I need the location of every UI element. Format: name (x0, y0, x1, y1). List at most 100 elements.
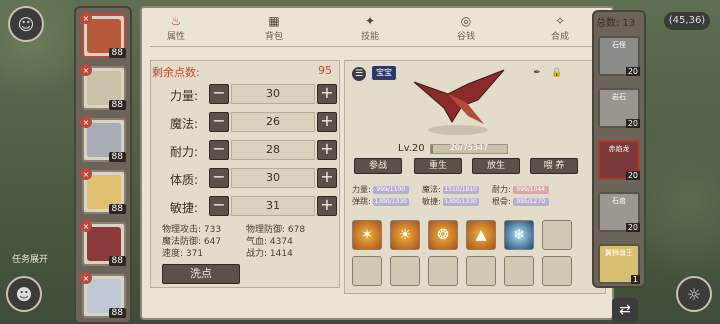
left-pet-slot[interactable]: × 88 (80, 64, 126, 110)
pet-name: 赤焰龙 (608, 145, 630, 153)
pet-stat: 魔法: 1510/1810 (422, 184, 479, 195)
right-pet-slot[interactable]: 赤焰龙 20 (598, 140, 640, 180)
battle-button[interactable]: 参战 (354, 158, 402, 174)
skill-icon[interactable]: ▲ (466, 220, 496, 250)
player-avatar[interactable]: ☺ (8, 6, 44, 42)
tab-bag[interactable]: ▦ 背包 (244, 14, 304, 42)
bag-icon: ▦ (268, 14, 280, 28)
stat-row-4: 敏捷: −31 + (162, 196, 338, 218)
pet-stat: 弹跳: 1300/1330 (352, 196, 409, 207)
close-icon: × (80, 116, 92, 128)
pet-level-badge: 20 (625, 119, 640, 128)
empty-skill-slot[interactable] (428, 256, 458, 286)
left-pet-slot[interactable]: × 88 (80, 220, 126, 266)
right-pet-slot[interactable]: 石怪 20 (598, 36, 640, 76)
pet-level-badge: 88 (108, 256, 126, 266)
left-pet-slot[interactable]: × 88 (80, 12, 126, 58)
task-expand-label[interactable]: 任务展开 (12, 252, 48, 265)
stat-label: 魔法: (170, 117, 199, 131)
increase-button[interactable]: + (317, 196, 337, 216)
stat-row-2: 耐力: −28 + (162, 140, 338, 162)
tab-synthesis[interactable]: ✧ 合成 (530, 14, 590, 42)
right-corner-avatar[interactable]: ☼ (676, 276, 712, 312)
derived-stat: 战力: 1414 (246, 249, 293, 259)
skill-glyph: ☀ (398, 227, 412, 243)
empty-skill-slot[interactable] (542, 220, 572, 250)
stat-label: 力量: (170, 89, 199, 103)
tab-attributes[interactable]: ♨ 属性 (146, 14, 206, 42)
menu-avatar[interactable]: ☻ (6, 276, 42, 312)
decrease-button[interactable]: − (209, 140, 229, 160)
left-pet-slot[interactable]: × 88 (80, 272, 126, 318)
empty-skill-slot[interactable] (542, 256, 572, 286)
tab-divider (150, 46, 606, 47)
list-icon[interactable]: ☰ (352, 67, 366, 81)
skill-icon[interactable]: ✶ (352, 220, 382, 250)
flame-icon: ♨ (170, 14, 182, 28)
pet-stat-label: 力量: (352, 185, 371, 194)
increase-button[interactable]: + (317, 140, 337, 160)
decrease-button[interactable]: − (209, 196, 229, 216)
feather-icon[interactable]: ✒ (530, 66, 544, 80)
pet-name: 岩石 (612, 93, 626, 101)
skill-glyph: ✶ (361, 227, 373, 243)
pet-stat-bar: 1300/1330 (372, 197, 409, 206)
synth-icon: ✧ (554, 14, 566, 28)
pet-stat-label: 耐力: (492, 185, 511, 194)
rebirth-button[interactable]: 重生 (414, 158, 462, 174)
right-pet-slot[interactable]: 岩石 20 (598, 88, 640, 128)
empty-skill-slot[interactable] (390, 256, 420, 286)
pet-total: 总数: 13 (596, 18, 636, 29)
pet-level-badge: 88 (108, 308, 126, 318)
stat-value: 28 (231, 140, 315, 160)
close-icon: × (80, 64, 92, 76)
lock-icon[interactable]: 🔒 (550, 66, 564, 80)
stat-row-1: 魔法: −26 + (162, 112, 338, 134)
tab-skills[interactable]: ✦ 技能 (340, 14, 400, 42)
left-pet-slot[interactable]: × 88 (80, 168, 126, 214)
skill-glyph: ▲ (475, 227, 487, 243)
skill-icon[interactable]: ☀ (390, 220, 420, 250)
tab-money[interactable]: ◎ 谷钱 (436, 14, 496, 42)
pet-name: 翼狮兽王 (605, 249, 633, 257)
pet-level: Lv.20 (398, 143, 425, 154)
stat-label: 耐力: (170, 145, 199, 159)
pet-stat-bar: 1510/1810 (442, 185, 479, 194)
pet-stat-label: 根骨: (492, 197, 511, 206)
pet-stat-label: 敏捷: (422, 197, 441, 206)
stat-row-3: 体质: −30 + (162, 168, 338, 190)
coin-icon: ◎ (460, 14, 472, 28)
pet-level-badge: 88 (108, 204, 126, 214)
increase-button[interactable]: + (317, 84, 337, 104)
skill-icon[interactable]: ❄ (504, 220, 534, 250)
increase-button[interactable]: + (317, 112, 337, 132)
pet-stat-bar: 999/1044 (512, 185, 549, 194)
pet-dragon-image (413, 69, 505, 135)
empty-skill-slot[interactable] (466, 256, 496, 286)
right-pet-slot[interactable]: 石兽 20 (598, 192, 640, 232)
pet-stat: 力量: 999/1100 (352, 184, 409, 195)
decrease-button[interactable]: − (209, 84, 229, 104)
stat-label: 体质: (170, 173, 199, 187)
pet-stat: 耐力: 999/1044 (492, 184, 549, 195)
increase-button[interactable]: + (317, 168, 337, 188)
pet-level-badge: 88 (108, 48, 126, 58)
swap-icon[interactable]: ⇄ (612, 298, 638, 322)
stat-value: 30 (231, 84, 315, 104)
decrease-button[interactable]: − (209, 112, 229, 132)
stat-row-0: 力量: −30 + (162, 84, 338, 106)
left-pet-slot[interactable]: × 88 (80, 116, 126, 162)
skill-icon: ✦ (364, 14, 376, 28)
decrease-button[interactable]: − (209, 168, 229, 188)
skill-icon[interactable]: ❂ (428, 220, 458, 250)
right-pet-slot[interactable]: 翼狮兽王 1 (598, 244, 640, 284)
release-button[interactable]: 放生 (472, 158, 520, 174)
wash-points-button[interactable]: 洗点 (162, 264, 240, 284)
stat-value: 30 (231, 168, 315, 188)
close-icon: × (80, 168, 92, 180)
empty-skill-slot[interactable] (352, 256, 382, 286)
pet-stat-bar: 995/1270 (512, 197, 549, 206)
empty-skill-slot[interactable] (504, 256, 534, 286)
feed-button[interactable]: 喂 养 (530, 158, 578, 174)
stat-value: 26 (231, 112, 315, 132)
